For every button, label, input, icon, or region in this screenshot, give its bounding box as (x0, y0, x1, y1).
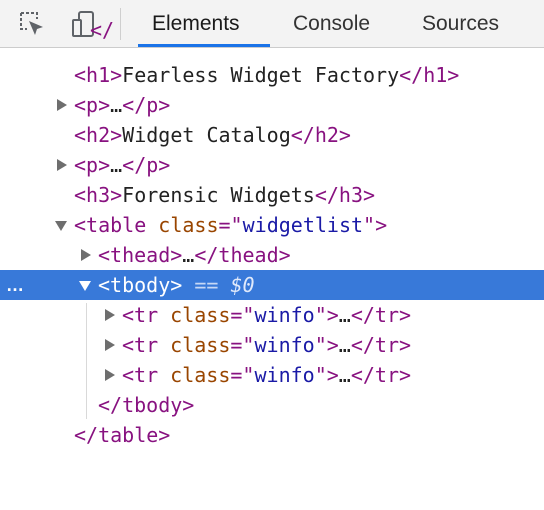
attr-value: winfo (254, 333, 315, 357)
tag-end: "> (314, 333, 339, 357)
dom-node-thead[interactable]: <thead>…</thead> (0, 240, 544, 270)
more-options-dots[interactable]: … (6, 270, 25, 300)
triangle-right-icon[interactable] (105, 339, 115, 351)
tbody-open-tag: <tbody> (98, 273, 183, 297)
console-ref: $0 (230, 273, 255, 297)
h2-text: Widget Catalog (122, 123, 291, 147)
dom-node-h3[interactable]: <h3>Forensic Widgets</h3> (0, 180, 544, 210)
h1-text: Fearless Widget Factory (122, 63, 400, 87)
attr-equals: =" (230, 303, 255, 327)
h3-close-tag: </h3> (314, 183, 376, 207)
collapsed-ellipsis: … (110, 153, 123, 177)
tag-end: "> (314, 363, 339, 387)
dom-node-p[interactable]: <p>…</p> (0, 150, 544, 180)
triangle-down-icon[interactable] (55, 221, 67, 231)
dom-node-table[interactable]: <table class="widgetlist"> (0, 210, 544, 240)
attr-name: class (158, 213, 219, 237)
h2-close-tag: </h2> (290, 123, 351, 147)
indent-guide (86, 303, 87, 419)
collapsed-ellipsis: … (338, 303, 351, 327)
h2-open-tag: <h2> (74, 123, 123, 147)
partial-tag: </ (90, 18, 115, 42)
collapsed-ellipsis: … (338, 363, 351, 387)
tr-open-tag: <tr (122, 303, 159, 327)
attr-equals: =" (218, 213, 243, 237)
dom-node-table-close[interactable]: </table> (0, 420, 544, 450)
collapsed-ellipsis: … (338, 333, 351, 357)
tag-end: "> (363, 213, 388, 237)
dom-node-h2[interactable]: <h2>Widget Catalog</h2> (0, 120, 544, 150)
thead-close-tag: </thead> (194, 243, 291, 267)
h1-open-tag: <h1> (74, 63, 123, 87)
triangle-right-icon[interactable] (57, 99, 67, 111)
triangle-right-icon[interactable] (105, 369, 115, 381)
attr-equals: =" (230, 363, 255, 387)
tag-end: "> (314, 303, 339, 327)
tr-close-tag: </tr> (350, 363, 412, 387)
dom-node-p[interactable]: <p>…</p> (0, 90, 544, 120)
p-open-tag: <p> (74, 153, 111, 177)
p-close-tag: </p> (122, 153, 171, 177)
collapsed-ellipsis: … (110, 93, 123, 117)
dom-node-h1[interactable]: <h1>Fearless Widget Factory</h1> (0, 60, 544, 90)
dom-node-tbody-close[interactable]: </tbody> (0, 390, 544, 420)
attr-name: class (170, 363, 231, 387)
h1-close-tag: </h1> (399, 63, 460, 87)
collapsed-ellipsis: … (182, 243, 195, 267)
attr-value: widgetlist (242, 213, 364, 237)
p-close-tag: </p> (122, 93, 171, 117)
h3-open-tag: <h3> (74, 183, 123, 207)
dom-node-tr[interactable]: <tr class="winfo">…</tr> (0, 300, 544, 330)
tr-close-tag: </tr> (350, 303, 412, 327)
table-close-tag: </table> (74, 423, 171, 447)
triangle-down-icon[interactable] (79, 281, 91, 291)
attr-equals: =" (230, 333, 255, 357)
dom-node-tr[interactable]: <tr class="winfo">…</tr> (0, 330, 544, 360)
attr-name: class (170, 303, 231, 327)
dom-node-tr[interactable]: <tr class="winfo">…</tr> (0, 360, 544, 390)
tr-open-tag: <tr (122, 333, 159, 357)
equals-marker: == (194, 273, 219, 297)
attr-name: class (170, 333, 231, 357)
triangle-right-icon[interactable] (57, 159, 67, 171)
triangle-right-icon[interactable] (81, 249, 91, 261)
tr-close-tag: </tr> (350, 333, 412, 357)
table-open-tag: <table (74, 213, 147, 237)
tbody-close-tag: </tbody> (98, 393, 195, 417)
triangle-right-icon[interactable] (105, 309, 115, 321)
h3-text: Forensic Widgets (122, 183, 315, 207)
dom-node-partial[interactable]: </ (0, 18, 544, 62)
thead-open-tag: <thead> (98, 243, 183, 267)
tr-open-tag: <tr (122, 363, 159, 387)
attr-value: winfo (254, 363, 315, 387)
attr-value: winfo (254, 303, 315, 327)
dom-node-tbody-selected[interactable]: … <tbody> == $0 (0, 270, 544, 300)
p-open-tag: <p> (74, 93, 111, 117)
